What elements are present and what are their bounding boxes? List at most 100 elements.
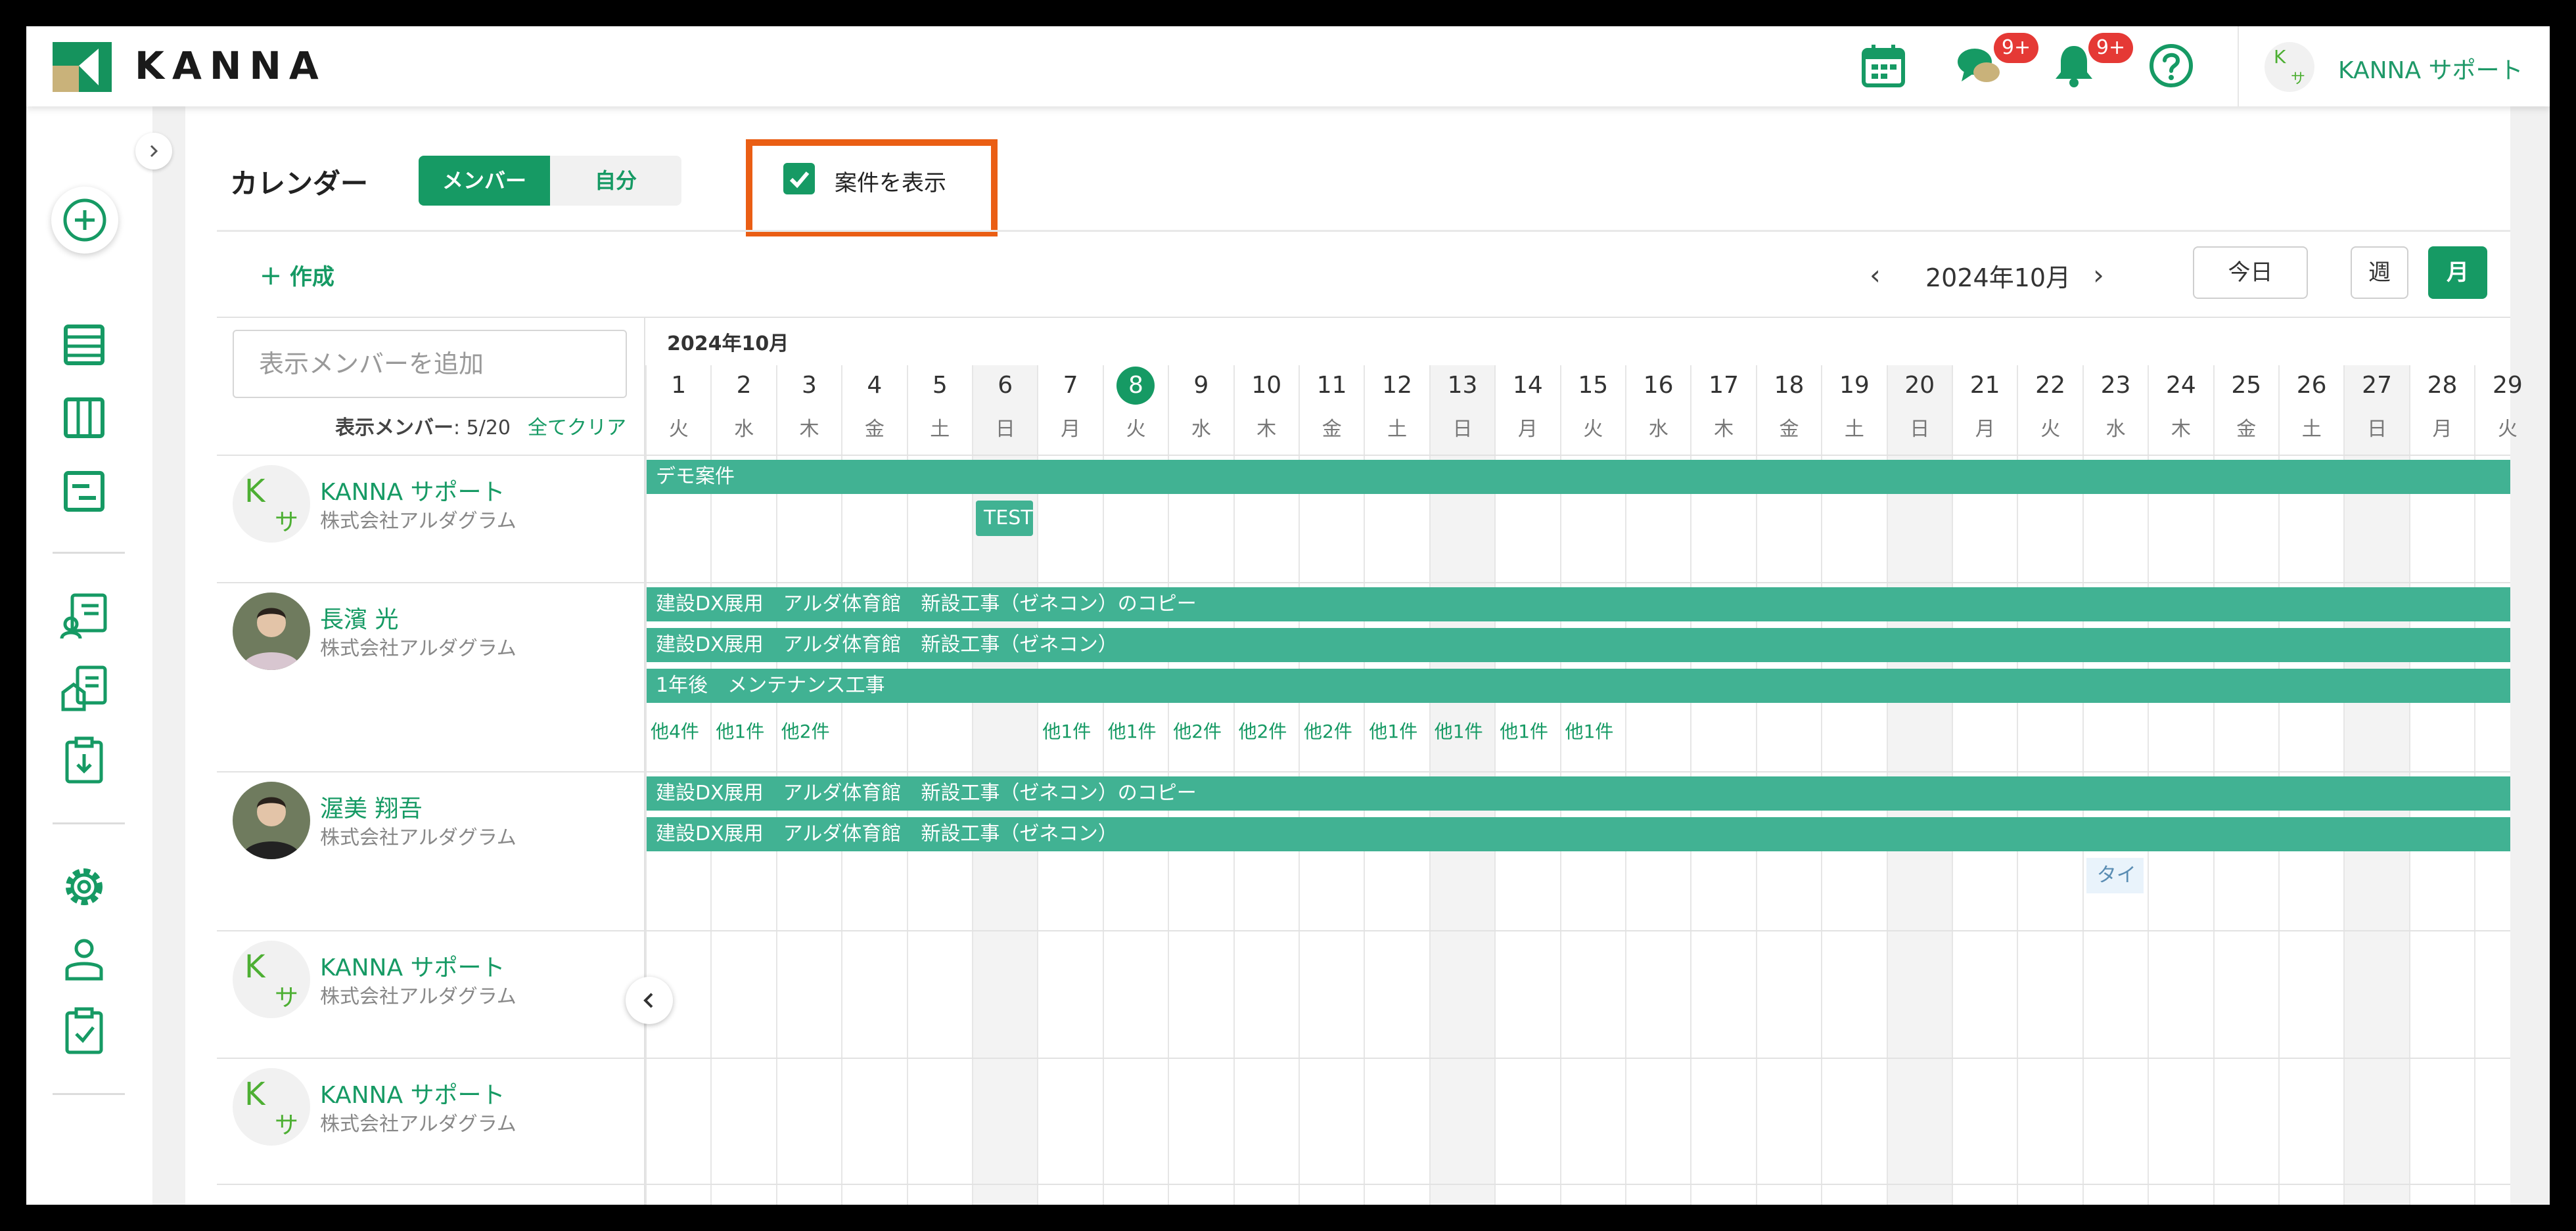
day-number: 4 (842, 365, 906, 406)
member-company: 株式会社アルダグラム (320, 985, 517, 1008)
more-events-link[interactable]: 他2件 (1304, 717, 1352, 744)
clipboard-check-icon[interactable] (59, 1006, 109, 1056)
calendar-icon[interactable] (1860, 42, 1907, 89)
current-month: 2024年10月 (1925, 263, 2071, 292)
member-name[interactable]: KANNA サポート (320, 473, 505, 507)
weekday-label: 金 (864, 418, 885, 441)
tab-self[interactable]: 自分 (550, 156, 681, 206)
weekday-label: 水 (2105, 418, 2126, 441)
weekday-label: 火 (2040, 418, 2061, 441)
clipboard-download-icon[interactable] (59, 736, 109, 786)
day-number-text: 18 (1774, 372, 1805, 399)
more-events-link[interactable]: 他4件 (651, 717, 699, 744)
row-divider (217, 771, 2510, 772)
list-icon[interactable] (59, 320, 109, 370)
member-avatar[interactable]: Kサ (233, 1068, 310, 1146)
weekday-label: 木 (1714, 418, 1734, 441)
member-avatar[interactable] (233, 782, 310, 859)
week-view-button[interactable]: 週 (2351, 246, 2408, 299)
weekday-label: 土 (2301, 418, 2322, 441)
avatar-initial-sub: サ (275, 985, 299, 1012)
day-number-text: 27 (2362, 372, 2392, 399)
main-content: カレンダー メンバー 自分 案件を表示 ＋ 作成 ‹ 2024年10月 › 今日… (191, 106, 2523, 1205)
more-events-link[interactable]: 他1件 (1369, 717, 1417, 744)
name-column-border (644, 317, 645, 1205)
tab-member[interactable]: メンバー (419, 156, 550, 206)
member-name[interactable]: KANNA サポート (320, 949, 505, 983)
show-projects-label[interactable]: 案件を表示 (835, 165, 946, 197)
day-number: 26 (2280, 365, 2343, 406)
more-events-link[interactable]: 他1件 (1565, 717, 1614, 744)
project-bar[interactable]: 1年後 メンテナンス工事 (647, 669, 2510, 703)
today-button[interactable]: 今日 (2193, 246, 2308, 299)
more-events-link[interactable]: 他1件 (1108, 717, 1157, 744)
more-events-link[interactable]: 他2件 (1239, 717, 1287, 744)
day-number: 2 (712, 365, 775, 406)
top-header: KANNA 9+ 9+ K サ KANNA サポート (26, 26, 2550, 106)
prev-month-button[interactable]: ‹ (1870, 259, 1881, 291)
user-icon[interactable] (59, 934, 109, 984)
member-calendar: 表示メンバーを追加 表示メンバー: 5/20 全てクリア 2024年10月 1 火… (217, 317, 2523, 1205)
more-events-link[interactable]: 他1件 (1500, 717, 1548, 744)
test-event-chip[interactable]: TEST (976, 501, 1034, 536)
project-bar[interactable]: 建設DX展用 アルダ体育館 新設工事（ゼネコン） (647, 628, 2510, 662)
more-events-link[interactable]: 他1件 (716, 717, 764, 744)
weekday-label: 月 (1975, 418, 1995, 441)
weekday-label: 火 (1583, 418, 1603, 441)
collapse-panel-button[interactable] (626, 977, 673, 1024)
more-events-link[interactable]: 他1件 (1435, 717, 1483, 744)
expand-sidebar-button[interactable] (135, 133, 172, 169)
next-month-button[interactable]: › (2093, 259, 2104, 291)
member-search-input[interactable]: 表示メンバーを追加 (233, 330, 627, 398)
notifications-badge: 9+ (2088, 33, 2133, 63)
avatar-initial: K (2274, 46, 2286, 68)
more-events-link[interactable]: 他2件 (781, 717, 830, 744)
more-events-link[interactable]: 他2件 (1173, 717, 1222, 744)
event-chip[interactable]: タイト (2086, 858, 2144, 893)
day-number-text: 7 (1063, 372, 1078, 399)
kanna-logo-icon[interactable] (53, 42, 112, 92)
day-number-text: 6 (998, 372, 1013, 399)
customer-card-icon[interactable] (59, 591, 109, 641)
weekday-label: 日 (1452, 418, 1473, 441)
board-icon[interactable] (59, 393, 109, 443)
weekday-label: 木 (1256, 418, 1277, 441)
weekday-label: 月 (1061, 418, 1081, 441)
gear-icon[interactable] (59, 862, 109, 912)
day-number-text: 16 (1643, 372, 1674, 399)
building-icon[interactable] (59, 663, 109, 713)
logo-text: KANNA (135, 43, 327, 88)
member-name[interactable]: 長濱 光 (320, 600, 398, 635)
gantt-icon[interactable] (59, 466, 109, 516)
clear-all-link[interactable]: 全てクリア (528, 411, 626, 440)
day-number: 27 (2345, 365, 2408, 406)
member-name[interactable]: KANNA サポート (320, 1076, 505, 1110)
header-user-name[interactable]: KANNA サポート (2338, 51, 2523, 85)
help-icon[interactable] (2148, 42, 2195, 89)
day-number-text: 11 (1316, 372, 1347, 399)
weekday-label: 金 (1322, 418, 1342, 441)
project-bar[interactable]: 建設DX展用 アルダ体育館 新設工事（ゼネコン）のコピー (647, 776, 2510, 811)
messages-badge: 9+ (1994, 33, 2038, 63)
create-new-button[interactable] (51, 187, 118, 254)
project-bar[interactable]: 建設DX展用 アルダ体育館 新設工事（ゼネコン）のコピー (647, 587, 2510, 621)
create-button[interactable]: ＋ 作成 (260, 259, 334, 291)
member-avatar[interactable] (233, 593, 310, 670)
day-number: 13 (1431, 365, 1494, 406)
weekday-label: 水 (1191, 418, 1211, 441)
day-number: 29 (2475, 365, 2539, 406)
project-bar[interactable]: 建設DX展用 アルダ体育館 新設工事（ゼネコン） (647, 817, 2510, 851)
project-bar[interactable]: デモ案件 (647, 460, 2510, 494)
day-number: 28 (2410, 365, 2474, 406)
month-view-button[interactable]: 月 (2428, 246, 2487, 299)
member-avatar[interactable]: Kサ (233, 941, 310, 1018)
day-number-text: 4 (867, 372, 883, 399)
sidebar-divider (53, 1093, 125, 1095)
more-events-link[interactable]: 他1件 (1042, 717, 1091, 744)
member-avatar[interactable]: Kサ (233, 465, 310, 543)
show-projects-checkbox[interactable] (783, 163, 815, 194)
member-name[interactable]: 渥美 翔吾 (320, 790, 422, 824)
user-avatar[interactable]: K サ (2265, 42, 2314, 92)
weekday-label: 火 (2497, 418, 2518, 441)
weekday-label: 金 (1779, 418, 1799, 441)
